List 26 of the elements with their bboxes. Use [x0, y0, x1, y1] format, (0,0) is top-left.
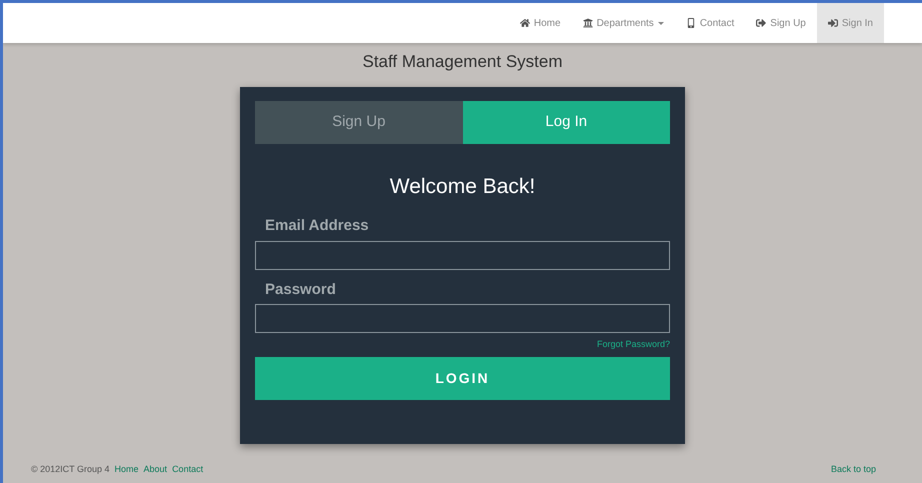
- form-heading: Welcome Back!: [388, 174, 536, 200]
- form-tab[interactable]: Sign Up: [255, 100, 462, 144]
- sign-in-icon: [828, 18, 838, 28]
- bank-icon: [582, 18, 593, 28]
- form-tab[interactable]: Log In: [462, 100, 670, 144]
- field-label: Email Address: [265, 216, 370, 236]
- footer-link[interactable]: Contact: [172, 463, 204, 477]
- page-title: Staff Management System: [362, 51, 562, 73]
- copyright-text: © 2012ICT Group 4: [31, 463, 110, 476]
- nav-link[interactable]: Sign In: [816, 3, 884, 43]
- back-to-top-link[interactable]: Back to top: [830, 463, 876, 477]
- footer-link[interactable]: About: [144, 463, 168, 477]
- home-icon: [520, 18, 530, 28]
- caret-icon: [658, 22, 664, 24]
- input-field[interactable]: [255, 304, 670, 333]
- input-field[interactable]: [255, 240, 670, 270]
- phone-icon: [686, 18, 696, 28]
- sign-out-icon: [756, 18, 766, 28]
- nav-link[interactable]: Sign Up: [745, 3, 817, 43]
- nav-link[interactable]: Home: [508, 3, 572, 43]
- forgot-password-link[interactable]: Forgot Password?: [596, 338, 670, 352]
- nav-link[interactable]: Departments: [572, 3, 675, 43]
- login-button[interactable]: LOGIN: [255, 356, 670, 400]
- field-label: Password: [265, 280, 337, 300]
- footer-link[interactable]: Home: [114, 463, 139, 477]
- nav-link[interactable]: Contact: [674, 3, 746, 43]
